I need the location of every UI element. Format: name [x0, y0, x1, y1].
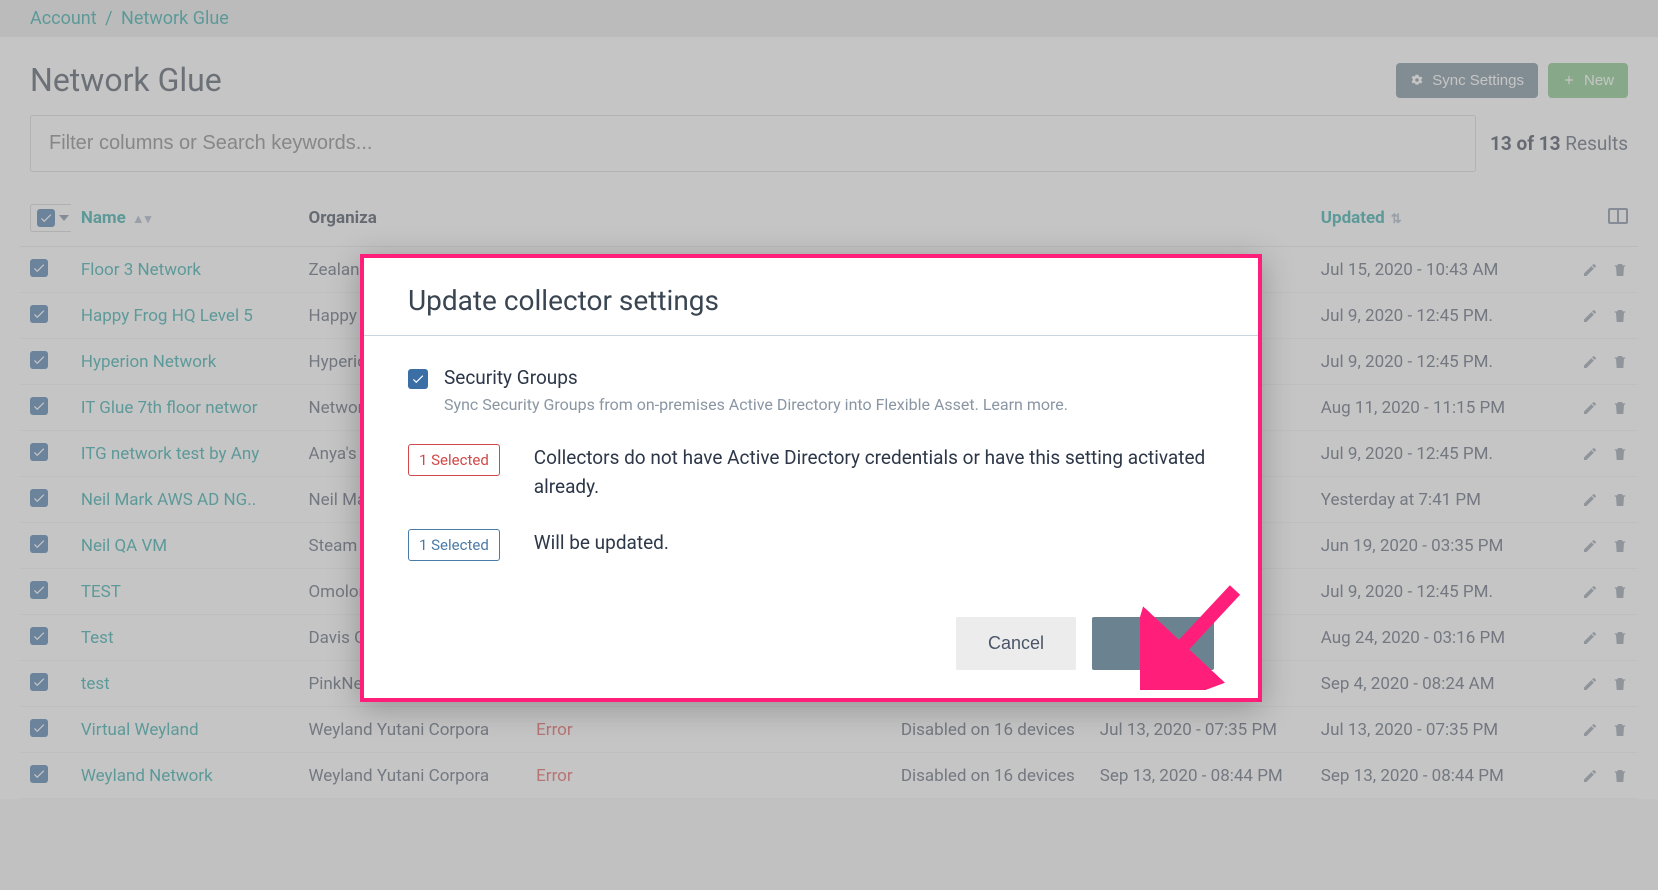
modal-header: Update collector settings [364, 258, 1258, 336]
status-row-ok: 1 Selected Will be updated. [408, 529, 1214, 561]
modal-footer: Cancel OK [364, 599, 1258, 698]
modal-title: Update collector settings [408, 284, 1214, 317]
status-warning-message: Collectors do not have Active Directory … [534, 444, 1214, 501]
status-ok-message: Will be updated. [534, 529, 669, 558]
security-groups-description: Sync Security Groups from on-premises Ac… [444, 395, 1068, 414]
update-collector-modal: Update collector settings Security Group… [360, 254, 1262, 702]
check-icon [411, 372, 425, 386]
cancel-button[interactable]: Cancel [956, 617, 1076, 670]
security-groups-setting: Security Groups Sync Security Groups fro… [408, 366, 1214, 414]
selected-badge-warning: 1 Selected [408, 444, 500, 476]
selected-badge-ok: 1 Selected [408, 529, 500, 561]
security-groups-label: Security Groups [444, 366, 1068, 389]
modal-body: Security Groups Sync Security Groups fro… [364, 336, 1258, 599]
security-groups-desc-text: Sync Security Groups from on-premises Ac… [444, 395, 983, 414]
learn-more-link[interactable]: Learn more. [983, 395, 1068, 414]
security-groups-checkbox[interactable] [408, 369, 428, 389]
status-row-warning: 1 Selected Collectors do not have Active… [408, 444, 1214, 501]
ok-button[interactable]: OK [1092, 617, 1214, 670]
